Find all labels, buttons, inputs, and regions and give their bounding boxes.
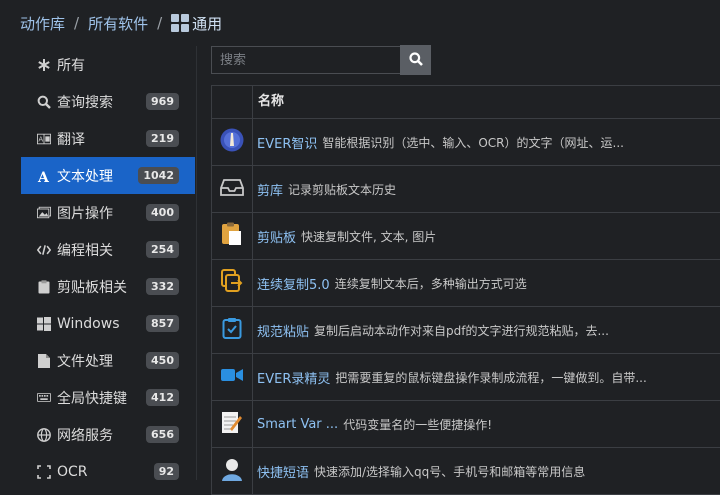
name-column-header[interactable]: 名称 <box>253 86 284 118</box>
breadcrumb-separator: / <box>157 14 163 32</box>
actions-table: 名称 EVER智识 智能根据识别（选中、输入、OCR）的文字（网址、运... 剪库… <box>211 85 720 495</box>
count-badge: 254 <box>146 241 179 258</box>
ever-logo-icon <box>220 128 244 156</box>
action-description: 代码变量名的一些便捷操作! <box>343 417 492 432</box>
count-badge: 656 <box>146 426 179 443</box>
search-icon <box>408 51 423 70</box>
sidebar-item-translate[interactable]: A 翻译 219 <box>21 120 195 157</box>
table-row[interactable]: Smart Var ... 代码变量名的一些便捷操作! <box>212 401 720 448</box>
action-name[interactable]: 连续复制5.0 <box>257 274 330 293</box>
clipboard-paste-icon <box>221 222 243 250</box>
clipboard-check-icon <box>222 317 242 343</box>
sidebar-item-ocr[interactable]: OCR 92 <box>21 453 195 480</box>
windows-icon <box>37 316 51 331</box>
grid-icon <box>171 14 190 32</box>
clipboard-icon <box>37 279 51 294</box>
sidebar-item-clipboard[interactable]: 剪贴板相关 332 <box>21 268 195 305</box>
asterisk-icon <box>37 58 51 72</box>
svg-text:A: A <box>37 170 50 183</box>
file-icon <box>37 353 51 368</box>
count-badge: 450 <box>146 352 179 369</box>
font-icon: A <box>37 169 51 183</box>
sidebar-item-images[interactable]: 图片操作 400 <box>21 194 195 231</box>
user-avatar-icon <box>221 457 243 485</box>
sidebar-item-files[interactable]: 文件处理 450 <box>21 342 195 379</box>
count-badge: 400 <box>146 204 179 221</box>
video-camera-icon <box>221 367 243 387</box>
action-name[interactable]: 剪贴板 <box>257 227 296 246</box>
action-description: 把需要重复的鼠标键盘操作录制成流程，一键做到。自带... <box>335 370 647 385</box>
search-bar <box>211 45 431 75</box>
code-icon <box>37 243 51 257</box>
sidebar-item-text-processing[interactable]: A 文本处理 1042 <box>21 157 195 194</box>
action-description: 复制后启动本动作对来自pdf的文字进行规范粘贴，去... <box>314 323 609 338</box>
images-icon <box>37 206 51 220</box>
translate-icon: A <box>37 132 51 146</box>
breadcrumb: 动作库 / 所有软件 / 通用 <box>20 11 222 35</box>
table-row[interactable]: EVER智识 智能根据识别（选中、输入、OCR）的文字（网址、运... <box>212 119 720 166</box>
breadcrumb-separator: / <box>74 14 80 32</box>
table-row[interactable]: EVER录精灵 把需要重复的鼠标键盘操作录制成流程，一键做到。自带... <box>212 354 720 401</box>
count-badge: 92 <box>153 463 179 480</box>
action-name[interactable]: 规范粘贴 <box>257 321 309 340</box>
count-badge: 219 <box>146 130 179 147</box>
action-name[interactable]: 快捷短语 <box>257 462 309 481</box>
breadcrumb-root[interactable]: 动作库 <box>20 13 65 34</box>
count-badge: 332 <box>146 278 179 295</box>
notepad-pen-icon <box>221 410 243 438</box>
sidebar-item-search[interactable]: 查询搜索 969 <box>21 83 195 120</box>
action-description: 快速添加/选择输入qq号、手机号和邮箱等常用信息 <box>314 464 586 479</box>
icon-column-header <box>212 86 253 118</box>
sidebar-item-label: 所有 <box>57 57 85 74</box>
table-row[interactable]: 连续复制5.0 连续复制文本后，多种输出方式可选 <box>212 260 720 307</box>
sidebar-item-hotkeys[interactable]: 全局快捷键 412 <box>21 379 195 416</box>
action-name[interactable]: EVER录精灵 <box>257 368 330 387</box>
table-row[interactable]: 快捷短语 快速添加/选择输入qq号、手机号和邮箱等常用信息 <box>212 448 720 495</box>
action-description: 快速复制文件, 文本, 图片 <box>301 229 437 244</box>
table-row[interactable]: 剪库 记录剪贴板文本历史 <box>212 166 720 213</box>
inbox-icon <box>220 178 244 200</box>
action-description: 连续复制文本后，多种输出方式可选 <box>334 276 527 291</box>
table-header: 名称 <box>212 86 720 119</box>
sidebar-item-network[interactable]: 网络服务 656 <box>21 416 195 453</box>
table-row[interactable]: 剪贴板 快速复制文件, 文本, 图片 <box>212 213 720 260</box>
count-badge: 1042 <box>138 167 179 184</box>
sidebar-item-windows[interactable]: Windows 857 <box>21 305 195 342</box>
ocr-icon <box>37 464 51 479</box>
svg-text:A: A <box>38 135 43 143</box>
search-icon <box>37 95 51 109</box>
globe-icon <box>37 427 51 442</box>
action-description: 智能根据识别（选中、输入、OCR）的文字（网址、运... <box>322 135 624 150</box>
count-badge: 412 <box>146 389 179 406</box>
search-button[interactable] <box>400 45 431 75</box>
sidebar-item-programming[interactable]: 编程相关 254 <box>21 231 195 268</box>
sidebar: 所有 查询搜索 969 A 翻译 219 A 文本处理 1042 图片操作 40… <box>21 46 195 480</box>
breadcrumb-current: 通用 <box>192 14 223 33</box>
sidebar-divider <box>196 46 197 480</box>
action-description: 记录剪贴板文本历史 <box>288 182 397 197</box>
sidebar-item-all[interactable]: 所有 <box>21 46 195 83</box>
action-name[interactable]: 剪库 <box>257 180 283 199</box>
action-name[interactable]: EVER智识 <box>257 133 317 152</box>
copy-export-icon <box>221 269 243 297</box>
count-badge: 969 <box>146 93 179 110</box>
breadcrumb-middle[interactable]: 所有软件 <box>88 13 148 34</box>
keyboard-icon <box>37 391 51 405</box>
table-row[interactable]: 规范粘贴 复制后启动本动作对来自pdf的文字进行规范粘贴，去... <box>212 307 720 354</box>
search-input[interactable] <box>211 46 400 74</box>
action-name[interactable]: Smart Var ... <box>257 417 338 432</box>
count-badge: 857 <box>146 315 179 332</box>
